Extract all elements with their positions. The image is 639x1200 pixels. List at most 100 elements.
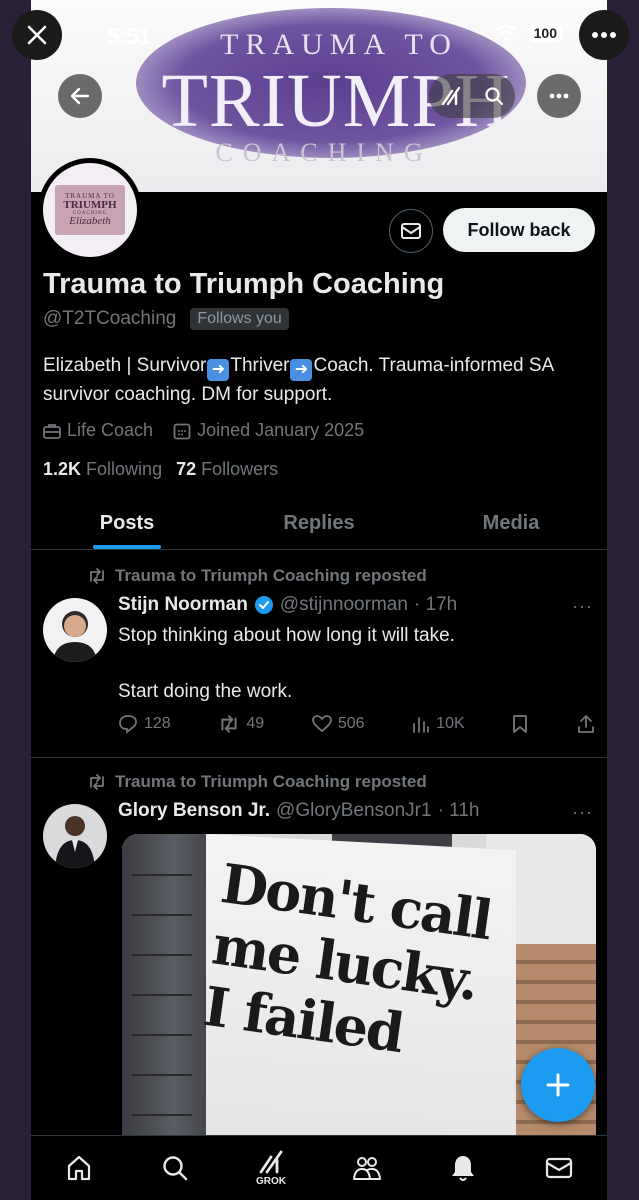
post-more-button[interactable]: ··· [572, 802, 593, 823]
followers-count: 72 [176, 459, 197, 479]
post-header: Glory Benson Jr. @GloryBensonJr1 · 11h [118, 800, 479, 822]
author-avatar[interactable] [43, 804, 107, 868]
communities-icon [353, 1157, 381, 1180]
author-name[interactable]: Glory Benson Jr. [118, 800, 270, 822]
post[interactable]: Trauma to Triumph Coaching reposted Stij… [31, 556, 607, 758]
follows-you-badge: Follows you [190, 308, 289, 330]
author-handle[interactable]: @GloryBensonJr1 [276, 800, 432, 822]
envelope-icon [545, 1157, 573, 1179]
profile-more-button[interactable] [537, 74, 581, 118]
post-more-button[interactable]: ··· [572, 596, 593, 617]
briefcase-icon [43, 423, 61, 439]
grok-icon [259, 1150, 283, 1174]
image-billboard-text: Don't call me lucky. I failed [199, 851, 495, 1065]
post-time: · 11h [437, 800, 480, 821]
profile-bio: Elizabeth | Survivor ➜ Thriver ➜ Coach. Trau… [43, 352, 583, 409]
nav-communities[interactable] [337, 1138, 397, 1198]
banner-line-2: TRIUMPH [161, 59, 511, 143]
back-button[interactable] [58, 74, 102, 118]
tab-replies[interactable]: Replies [223, 498, 415, 549]
heart-icon [311, 715, 332, 733]
profile-avatar[interactable]: TRAUMA TO TRIUMPH COACHING Elizabeth [38, 158, 142, 262]
avatar-image: TRAUMA TO TRIUMPH COACHING Elizabeth [43, 163, 137, 257]
like-button[interactable]: 506 [311, 715, 365, 733]
verified-badge-icon [254, 596, 273, 614]
post-actions: 128 49 506 10K [118, 714, 596, 734]
search-icon [485, 87, 504, 106]
views-count: 10K [436, 715, 465, 732]
repost-button[interactable]: 49 [218, 715, 264, 733]
following-link[interactable]: 1.2K Following [43, 459, 162, 480]
calendar-icon [173, 423, 191, 439]
envelope-icon [401, 223, 421, 239]
repost-icon [90, 568, 104, 584]
profile-name: Trauma to Triumph Coaching [43, 268, 445, 300]
author-avatar[interactable] [43, 598, 107, 662]
author-name[interactable]: Stijn Noorman [118, 594, 248, 616]
post-time: · 17h [413, 594, 458, 615]
post-header: Stijn Noorman @stijnnoorman · 17h [118, 594, 457, 616]
banner-line-3: COACHING [215, 138, 433, 167]
nav-home[interactable] [49, 1138, 109, 1198]
nav-notifications[interactable] [433, 1138, 493, 1198]
message-button[interactable] [389, 209, 433, 253]
arrow-left-icon [70, 87, 90, 105]
reply-count: 128 [144, 715, 171, 732]
search-icon [163, 1156, 188, 1181]
avatar-logo-line2: TRIUMPH [63, 199, 117, 211]
followers-link[interactable]: 72 Followers [176, 459, 278, 480]
follow-stats: 1.2K Following 72 Followers [43, 459, 278, 480]
repost-indicator: Trauma to Triumph Coaching reposted [87, 772, 427, 792]
category-label: Life Coach [67, 420, 154, 440]
grok-search-group[interactable] [429, 74, 515, 118]
wifi-icon [494, 24, 517, 42]
views-button[interactable]: 10K [412, 715, 465, 733]
nav-messages[interactable] [529, 1138, 589, 1198]
author-handle[interactable]: @stijnnoorman [280, 594, 408, 616]
bio-part-2: Thriver [230, 355, 290, 376]
viewer-more-button[interactable] [579, 10, 629, 60]
tab-media[interactable]: Media [415, 498, 607, 549]
post-text: Stop thinking about how long it will tak… [118, 625, 455, 702]
tab-posts[interactable]: Posts [31, 498, 223, 549]
following-count: 1.2K [43, 459, 82, 479]
bookmark-button[interactable] [512, 714, 528, 734]
profile-handle: @T2TCoaching [43, 308, 177, 329]
repost-text: Trauma to Triumph Coaching reposted [115, 772, 427, 791]
person-photo-icon [43, 804, 107, 868]
home-icon [67, 1155, 91, 1181]
bio-part-1: Elizabeth | Survivor [43, 355, 207, 376]
share-button[interactable] [576, 714, 596, 734]
more-horizontal-icon [592, 32, 616, 38]
status-icons: 100 [494, 24, 563, 42]
nav-grok[interactable]: GROK [241, 1138, 301, 1198]
battery-indicator: 100 [527, 24, 563, 42]
joined-label: Joined January 2025 [197, 420, 365, 440]
avatar-logo: TRAUMA TO TRIUMPH COACHING Elizabeth [55, 185, 125, 235]
more-horizontal-icon [549, 93, 569, 99]
category-item: Life Coach [43, 420, 153, 441]
repost-text: Trauma to Triumph Coaching reposted [115, 566, 427, 585]
plus-icon [546, 1073, 570, 1097]
bottom-nav: GROK [31, 1135, 607, 1200]
bookmark-icon [513, 715, 528, 733]
grok-label: GROK [256, 1176, 286, 1187]
phone-screen: TRAUMA TO TRIUMPH COACHING 5:51 100 TRAU… [31, 0, 607, 1200]
close-icon [27, 25, 47, 45]
repost-count: 49 [246, 715, 265, 732]
repost-indicator: Trauma to Triumph Coaching reposted [87, 566, 427, 586]
close-viewer-button[interactable] [12, 10, 62, 60]
person-photo-icon [43, 598, 107, 662]
nav-search[interactable] [145, 1138, 205, 1198]
share-icon [578, 715, 594, 733]
right-arrow-emoji-icon: ➜ [207, 359, 230, 381]
profile-tabs: Posts Replies Media [31, 498, 607, 550]
compose-button[interactable] [521, 1048, 595, 1122]
following-label: Following [86, 459, 163, 479]
right-arrow-emoji-icon: ➜ [290, 359, 313, 381]
reply-button[interactable]: 128 [118, 714, 171, 734]
status-time: 5:51 [107, 24, 152, 49]
followers-label: Followers [201, 459, 279, 479]
follow-back-button[interactable]: Follow back [443, 208, 595, 252]
views-chart-icon [413, 717, 430, 733]
